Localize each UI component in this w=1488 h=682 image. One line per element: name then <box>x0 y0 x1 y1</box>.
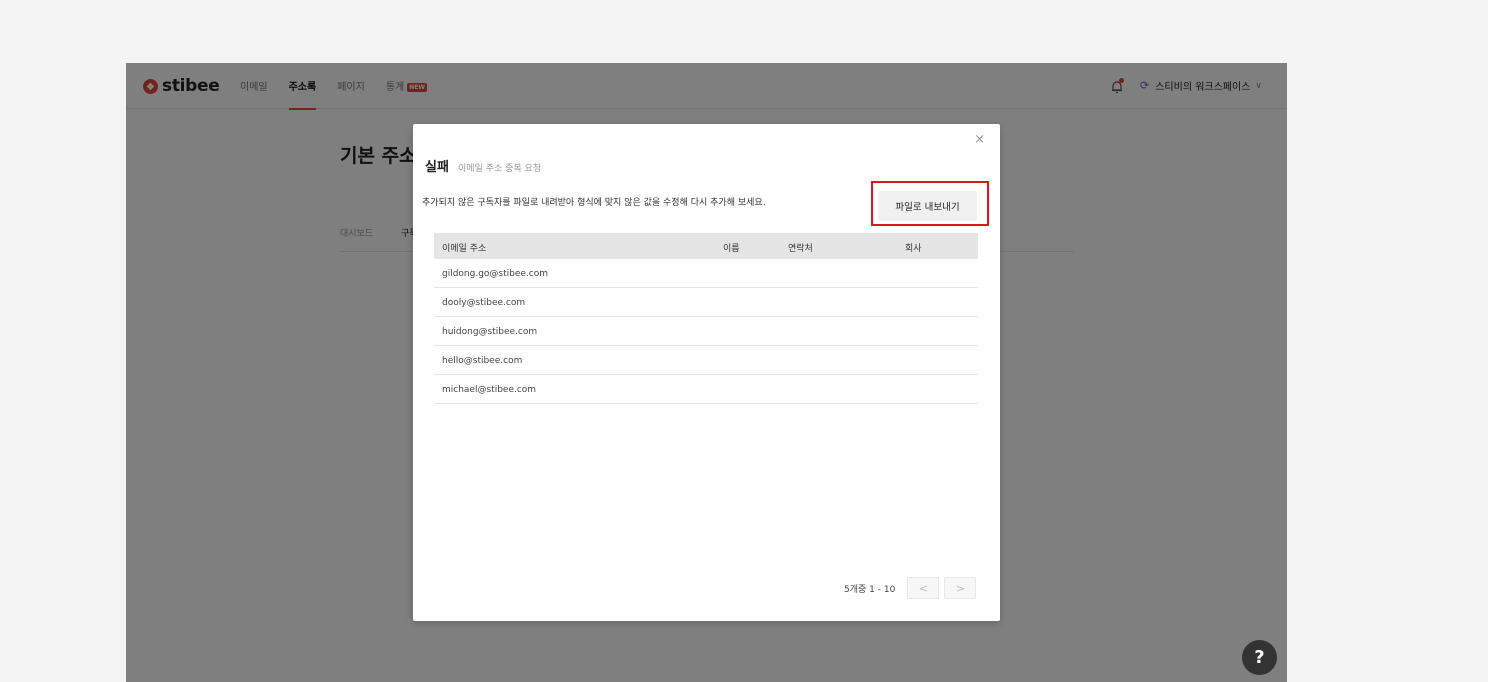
email-cell: michael@stibee.com <box>442 385 537 395</box>
email-cell: dooly@stibee.com <box>442 298 526 308</box>
table-row: gildong.go@stibee.com <box>434 259 978 288</box>
column-header-email: 이메일 주소 <box>442 244 487 254</box>
close-icon[interactable]: × <box>974 132 985 148</box>
modal-description: 추가되지 않은 구독자를 파일로 내려받아 형식에 맞지 않은 값을 수정해 다… <box>422 198 766 208</box>
pagination-info: 5개중 1 - 10 <box>844 584 896 595</box>
table-row: huidong@stibee.com <box>434 317 978 346</box>
modal-subtitle: 이메일 주소 중복 요청 <box>458 164 542 174</box>
email-cell: huidong@stibee.com <box>442 327 538 337</box>
table-row: hello@stibee.com <box>434 346 978 375</box>
modal-title: 실패 이메일 주소 중복 요청 <box>425 156 541 175</box>
failed-subscribers-table: 이메일 주소 이름 연락처 회사 gildong.go@stibee.com d… <box>434 233 978 404</box>
pagination: 5개중 1 - 10 < > <box>844 577 977 599</box>
email-cell: hello@stibee.com <box>442 356 523 366</box>
column-header-name: 이름 <box>723 244 740 254</box>
email-cell: gildong.go@stibee.com <box>442 269 549 279</box>
help-button[interactable]: ? <box>1242 640 1277 675</box>
table-row: michael@stibee.com <box>434 375 978 404</box>
modal-title-text: 실패 <box>425 160 449 175</box>
export-to-file-button[interactable]: 파일로 내보내기 <box>878 191 977 221</box>
table-row: dooly@stibee.com <box>434 288 978 317</box>
chevron-left-icon[interactable]: < <box>907 577 940 599</box>
chevron-right-icon[interactable]: > <box>944 577 977 599</box>
column-header-phone: 연락처 <box>788 244 813 254</box>
table-header: 이메일 주소 이름 연락처 회사 <box>434 233 978 259</box>
failure-modal: × 실패 이메일 주소 중복 요청 추가되지 않은 구독자를 파일로 내려받아 … <box>413 124 1000 621</box>
column-header-company: 회사 <box>905 244 922 254</box>
